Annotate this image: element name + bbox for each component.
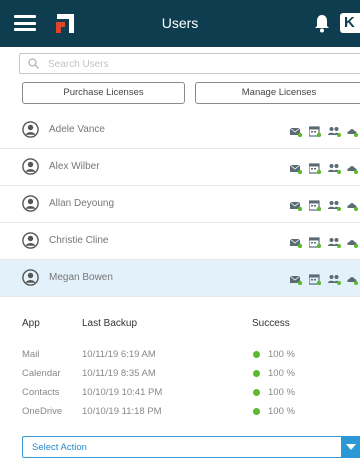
user-avatar-icon — [22, 232, 39, 249]
manage-licenses-button[interactable]: Manage Licenses — [195, 82, 360, 104]
backup-status-icons — [289, 161, 360, 175]
search-input[interactable] — [48, 56, 348, 72]
backup-timestamp: 10/10/19 10:41 PM — [82, 387, 163, 398]
backup-timestamp: 10/10/19 11:18 PM — [82, 406, 162, 417]
calendar-icon — [308, 198, 322, 216]
user-avatar-icon — [22, 195, 39, 212]
user-name: Allan Deyoung — [49, 198, 115, 209]
calendar-icon — [308, 161, 322, 179]
backup-success-rate: 100 % — [268, 349, 295, 360]
user-row[interactable]: Megan Bowen — [0, 260, 360, 297]
column-header-app: App — [22, 318, 40, 329]
contacts-icon — [328, 161, 341, 179]
mail-icon — [289, 272, 303, 290]
backup-app-name: Calendar — [22, 368, 61, 379]
onedrive-icon — [347, 161, 359, 179]
contacts-icon — [328, 235, 341, 253]
onedrive-icon — [347, 124, 359, 142]
mail-icon — [289, 161, 303, 179]
user-name: Christie Cline — [49, 235, 109, 246]
user-name: Alex Wilber — [49, 161, 100, 172]
user-avatar-icon — [22, 121, 39, 138]
backup-app-name: OneDrive — [22, 406, 63, 417]
backup-app-name: Contacts — [22, 387, 60, 398]
contacts-icon — [328, 272, 341, 290]
success-status-icon — [253, 389, 260, 396]
user-avatar-icon — [22, 158, 39, 175]
search-box — [19, 53, 360, 74]
column-header-last-backup: Last Backup — [82, 318, 138, 329]
calendar-icon — [308, 235, 322, 253]
backup-success-rate: 100 % — [268, 406, 295, 417]
success-status-icon — [253, 351, 260, 358]
backup-status-icons — [289, 124, 360, 138]
onedrive-icon — [347, 235, 359, 253]
top-bar: Users K — [0, 0, 360, 47]
user-row[interactable]: Allan Deyoung — [0, 186, 360, 223]
select-action-label: Select Action — [32, 442, 87, 453]
column-header-success: Success — [252, 318, 290, 329]
backup-timestamp: 10/11/19 6:19 AM — [82, 349, 156, 360]
select-action-dropdown[interactable]: Select Action — [22, 436, 360, 458]
mail-icon — [289, 198, 303, 216]
chevron-down-icon[interactable] — [341, 436, 360, 458]
purchase-licenses-button[interactable]: Purchase Licenses — [22, 82, 185, 104]
backup-success-rate: 100 % — [268, 368, 295, 379]
backup-success-rate: 100 % — [268, 387, 295, 398]
backup-status-icons — [289, 198, 360, 212]
calendar-icon — [308, 272, 322, 290]
user-row[interactable]: Alex Wilber — [0, 149, 360, 186]
calendar-icon — [308, 124, 322, 142]
success-status-icon — [253, 370, 260, 377]
user-name: Adele Vance — [49, 124, 105, 135]
mail-icon — [289, 124, 303, 142]
contacts-icon — [328, 124, 341, 142]
user-name: Megan Bowen — [49, 272, 113, 283]
onedrive-icon — [347, 272, 359, 290]
page-title: Users — [161, 15, 199, 31]
backup-status-icons — [289, 272, 360, 286]
contacts-icon — [328, 198, 341, 216]
account-badge[interactable]: K — [340, 13, 360, 33]
mail-icon — [289, 235, 303, 253]
backup-timestamp: 10/11/19 8:35 AM — [82, 368, 156, 379]
success-status-icon — [253, 408, 260, 415]
user-avatar-icon — [22, 269, 39, 286]
user-row[interactable]: Christie Cline — [0, 223, 360, 260]
search-icon — [28, 58, 39, 69]
backup-app-name: Mail — [22, 349, 40, 360]
user-row[interactable]: Adele Vance — [0, 112, 360, 149]
backup-status-icons — [289, 235, 360, 249]
bell-icon[interactable] — [314, 13, 330, 33]
onedrive-icon — [347, 198, 359, 216]
